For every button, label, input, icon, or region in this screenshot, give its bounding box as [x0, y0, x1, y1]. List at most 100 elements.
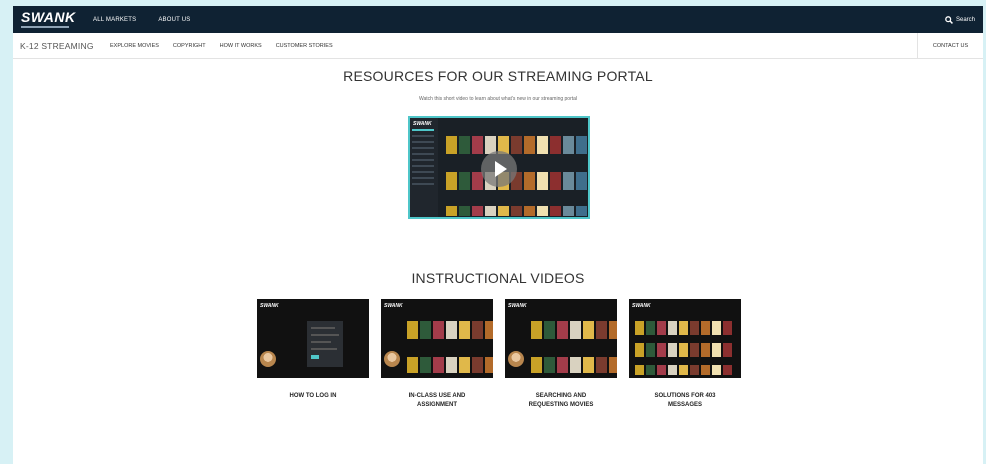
movie-poster-tile: [459, 136, 470, 154]
movie-poster-tile: [537, 206, 548, 216]
logo-text: SWANK: [21, 8, 76, 25]
movie-poster-tile: [544, 321, 555, 339]
search-button[interactable]: Search: [945, 6, 975, 33]
video-title-searching[interactable]: SEARCHING AND REQUESTING MOVIES: [505, 392, 617, 410]
movie-poster-tile: [668, 343, 677, 357]
movie-poster-tile: [635, 321, 644, 335]
movie-poster-tile: [646, 343, 655, 357]
movie-poster-tile: [679, 365, 688, 375]
movie-poster-tile: [472, 136, 483, 154]
movie-poster-tile: [420, 357, 431, 373]
movie-poster-tile: [563, 136, 574, 154]
video-title-in-class[interactable]: IN-CLASS USE AND ASSIGNMENT: [381, 392, 493, 410]
movie-poster-tile: [407, 321, 418, 339]
video-title-403[interactable]: SOLUTIONS FOR 403 MESSAGES: [629, 392, 741, 410]
movie-poster-tile: [531, 357, 542, 373]
movie-poster-tile: [524, 136, 535, 154]
movie-poster-tile: [563, 206, 574, 216]
movie-poster-tile: [433, 357, 444, 373]
portal-overview-video[interactable]: SWANK: [408, 116, 590, 219]
top-navigation-bar: SWANK ALL MARKETS ABOUT US Search: [13, 6, 983, 33]
movie-poster-tile: [446, 206, 457, 216]
movie-poster-tile: [459, 172, 470, 190]
login-submit-mark: [311, 355, 319, 359]
nav-customer-stories[interactable]: CUSTOMER STORIES: [276, 43, 333, 49]
video-logo: SWANK: [413, 121, 432, 127]
movie-poster-tile: [701, 343, 710, 357]
movie-poster-tile: [583, 357, 594, 373]
nav-contact-us[interactable]: CONTACT US: [917, 33, 983, 59]
login-line: [311, 334, 339, 336]
play-icon[interactable]: [481, 151, 517, 187]
movie-poster-tile: [635, 365, 644, 375]
movie-poster-tile: [609, 321, 617, 339]
movie-poster-tile: [646, 365, 655, 375]
swank-logo[interactable]: SWANK: [21, 10, 81, 30]
movie-poster-tile: [550, 206, 561, 216]
sidebar-line: [412, 165, 434, 167]
search-label: Search: [955, 16, 975, 23]
movie-poster-tile: [511, 136, 522, 154]
movie-poster-tile: [690, 365, 699, 375]
movie-poster-tile: [531, 321, 542, 339]
movie-poster-tile: [511, 206, 522, 216]
nav-about-us[interactable]: ABOUT US: [158, 17, 190, 23]
login-line: [311, 341, 331, 343]
movie-poster-tile: [485, 321, 493, 339]
movie-poster-tile: [550, 172, 561, 190]
nav-all-markets[interactable]: ALL MARKETS: [93, 17, 136, 23]
movie-poster-tile: [723, 321, 732, 335]
login-line: [311, 348, 337, 350]
video-thumbnail-in-class[interactable]: SWANK: [381, 299, 493, 378]
movie-poster-tile: [557, 321, 568, 339]
movie-poster-tile: [459, 357, 470, 373]
nav-how-it-works[interactable]: HOW IT WORKS: [220, 43, 262, 49]
movie-poster-tile: [420, 321, 431, 339]
presenter-avatar: [260, 351, 276, 367]
video-thumbnail-searching[interactable]: SWANK: [505, 299, 617, 378]
resources-heading: RESOURCES FOR OUR STREAMING PORTAL: [343, 68, 653, 84]
secondary-links: EXPLORE MOVIES COPYRIGHT HOW IT WORKS CU…: [110, 43, 347, 49]
movie-poster-tile: [472, 357, 483, 373]
movie-poster-tile: [668, 321, 677, 335]
video-thumbnail-login[interactable]: SWANK: [257, 299, 369, 378]
video-thumbnail-403[interactable]: SWANK: [629, 299, 741, 378]
page: SWANK ALL MARKETS ABOUT US Search K-12 S…: [13, 6, 983, 464]
movie-poster-tile: [485, 206, 496, 216]
movie-poster-tile: [657, 365, 666, 375]
movie-poster-tile: [570, 357, 581, 373]
nav-copyright[interactable]: COPYRIGHT: [173, 43, 206, 49]
movie-poster-tile: [570, 321, 581, 339]
movie-poster-tile: [446, 172, 457, 190]
thumb-logo: SWANK: [260, 303, 279, 309]
portal-title[interactable]: K-12 STREAMING: [20, 41, 110, 51]
sidebar-line: [412, 147, 434, 149]
thumb-logo: SWANK: [632, 303, 651, 309]
sidebar-line: [412, 171, 434, 173]
movie-poster-tile: [668, 365, 677, 375]
movie-poster-tile: [712, 365, 721, 375]
movie-poster-tile: [544, 357, 555, 373]
movie-poster-tile: [679, 343, 688, 357]
presenter-avatar: [508, 351, 524, 367]
movie-poster-tile: [550, 136, 561, 154]
main-nav: ALL MARKETS ABOUT US: [93, 17, 213, 23]
movie-poster-tile: [679, 321, 688, 335]
sidebar-line: [412, 129, 434, 131]
movie-poster-tile: [576, 172, 587, 190]
movie-poster-tile: [690, 343, 699, 357]
video-title-login[interactable]: HOW TO LOG IN: [257, 392, 369, 401]
sidebar-line: [412, 153, 434, 155]
movie-poster-tile: [690, 321, 699, 335]
movie-poster-tile: [583, 321, 594, 339]
login-line: [311, 327, 335, 329]
sidebar-line: [412, 135, 434, 137]
nav-explore-movies[interactable]: EXPLORE MOVIES: [110, 43, 159, 49]
movie-poster-tile: [446, 321, 457, 339]
movie-poster-tile: [433, 321, 444, 339]
login-panel: [307, 321, 343, 367]
movie-poster-tile: [524, 172, 535, 190]
movie-poster-tile: [498, 206, 509, 216]
instructional-heading: INSTRUCTIONAL VIDEOS: [411, 270, 585, 286]
movie-poster-tile: [485, 357, 493, 373]
